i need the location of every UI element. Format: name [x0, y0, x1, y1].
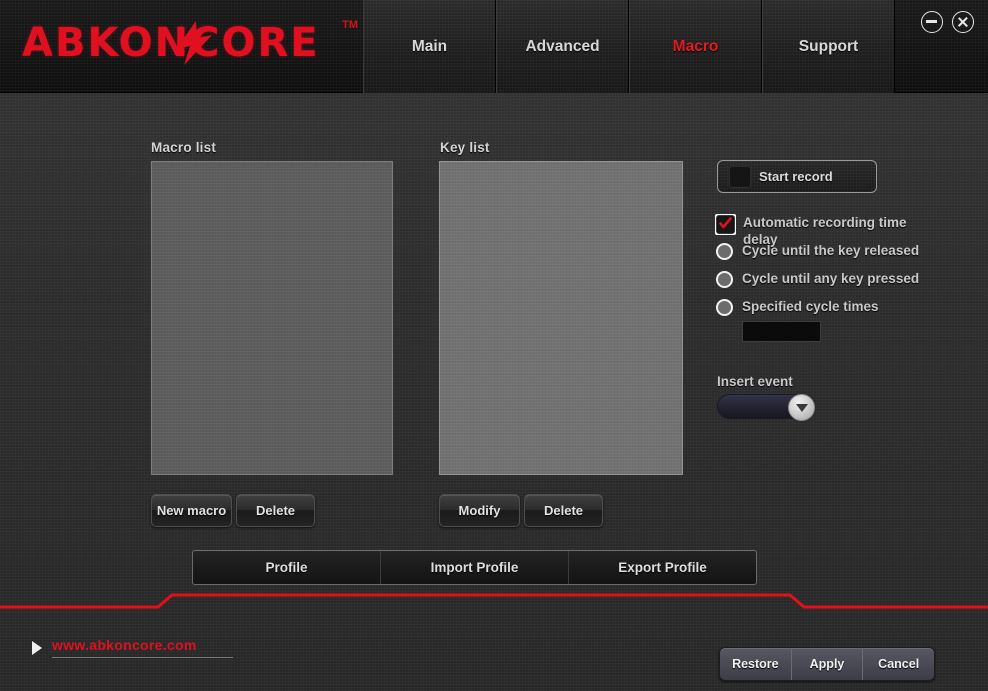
macro-list-label: Macro list	[151, 140, 217, 155]
restore-label: Restore	[732, 657, 779, 671]
macro-delete-button[interactable]: Delete	[236, 494, 315, 527]
chevron-down-glyph	[795, 403, 808, 412]
import-profile-button[interactable]: Import Profile	[381, 551, 569, 584]
brand-logo: ABKONCORE TM	[22, 17, 358, 69]
action-button-group: Restore Apply Cancel	[719, 647, 935, 681]
cycle-until-key-released-row[interactable]: Cycle until the key released	[716, 242, 946, 260]
tab-macro-label: Macro	[672, 37, 719, 55]
restore-button[interactable]: Restore	[720, 648, 792, 680]
website-link[interactable]: www.abkoncore.com	[32, 637, 233, 658]
chevron-down-icon[interactable]	[788, 394, 815, 421]
cycle-until-key-released-radio[interactable]	[716, 243, 733, 260]
key-list-box[interactable]	[439, 161, 683, 475]
import-profile-label: Import Profile	[430, 560, 519, 575]
macro-delete-label: Delete	[255, 503, 296, 518]
tab-macro[interactable]: Macro	[629, 0, 762, 93]
start-record-label: Start record	[759, 169, 833, 184]
record-square-icon	[729, 165, 751, 188]
cycle-times-input[interactable]	[742, 321, 821, 342]
main-navigation-tabs: Main Advanced Macro Support	[363, 0, 895, 93]
close-icon[interactable]	[952, 11, 974, 33]
key-modify-button[interactable]: Modify	[439, 494, 520, 527]
apply-label: Apply	[809, 657, 845, 671]
lightning-bolt-icon	[176, 21, 212, 65]
new-macro-label: New macro	[156, 503, 227, 518]
export-profile-button[interactable]: Export Profile	[569, 551, 756, 584]
key-list-label: Key list	[440, 140, 490, 155]
insert-event-dropdown[interactable]	[717, 394, 815, 421]
insert-event-label: Insert event	[717, 374, 793, 389]
export-profile-label: Export Profile	[618, 560, 707, 575]
tab-support[interactable]: Support	[762, 0, 895, 93]
cancel-button[interactable]: Cancel	[863, 648, 934, 680]
cycle-until-any-key-label: Cycle until any key pressed	[742, 271, 920, 286]
profile-button[interactable]: Profile	[193, 551, 381, 584]
title-bar: ABKONCORE TM Main Advanced Macro Support	[0, 0, 988, 93]
red-divider	[0, 593, 988, 609]
start-record-button[interactable]: Start record	[717, 160, 877, 193]
tab-advanced[interactable]: Advanced	[496, 0, 629, 93]
cancel-label: Cancel	[878, 657, 920, 671]
apply-button[interactable]: Apply	[792, 648, 864, 680]
cycle-until-any-key-radio[interactable]	[716, 271, 733, 288]
key-modify-label: Modify	[458, 503, 501, 518]
auto-recording-delay-checkbox[interactable]	[716, 215, 735, 234]
new-macro-button[interactable]: New macro	[151, 494, 232, 527]
key-delete-label: Delete	[543, 503, 584, 518]
cycle-until-any-key-row[interactable]: Cycle until any key pressed	[716, 270, 946, 288]
tab-advanced-label: Advanced	[525, 37, 600, 55]
specified-cycle-times-label: Specified cycle times	[742, 299, 879, 314]
key-delete-button[interactable]: Delete	[524, 494, 603, 527]
website-url-label: www.abkoncore.com	[52, 637, 233, 658]
chevron-right-icon	[32, 640, 42, 655]
specified-cycle-times-row[interactable]: Specified cycle times	[716, 298, 946, 316]
window-controls	[921, 11, 974, 33]
profile-bar: Profile Import Profile Export Profile	[192, 550, 757, 585]
tab-support-label: Support	[798, 37, 859, 55]
tab-main-label: Main	[411, 37, 448, 55]
specified-cycle-times-radio[interactable]	[716, 299, 733, 316]
minimize-icon[interactable]	[921, 11, 943, 33]
trademark-icon: TM	[342, 19, 358, 31]
cycle-until-key-released-label: Cycle until the key released	[742, 243, 920, 258]
app-window: ABKONCORE TM Main Advanced Macro Support	[0, 0, 988, 691]
macro-list-box[interactable]	[151, 161, 393, 475]
profile-label: Profile	[265, 560, 308, 575]
tab-main[interactable]: Main	[363, 0, 496, 93]
checkmark-icon	[719, 217, 732, 229]
minimize-bar	[925, 20, 937, 23]
